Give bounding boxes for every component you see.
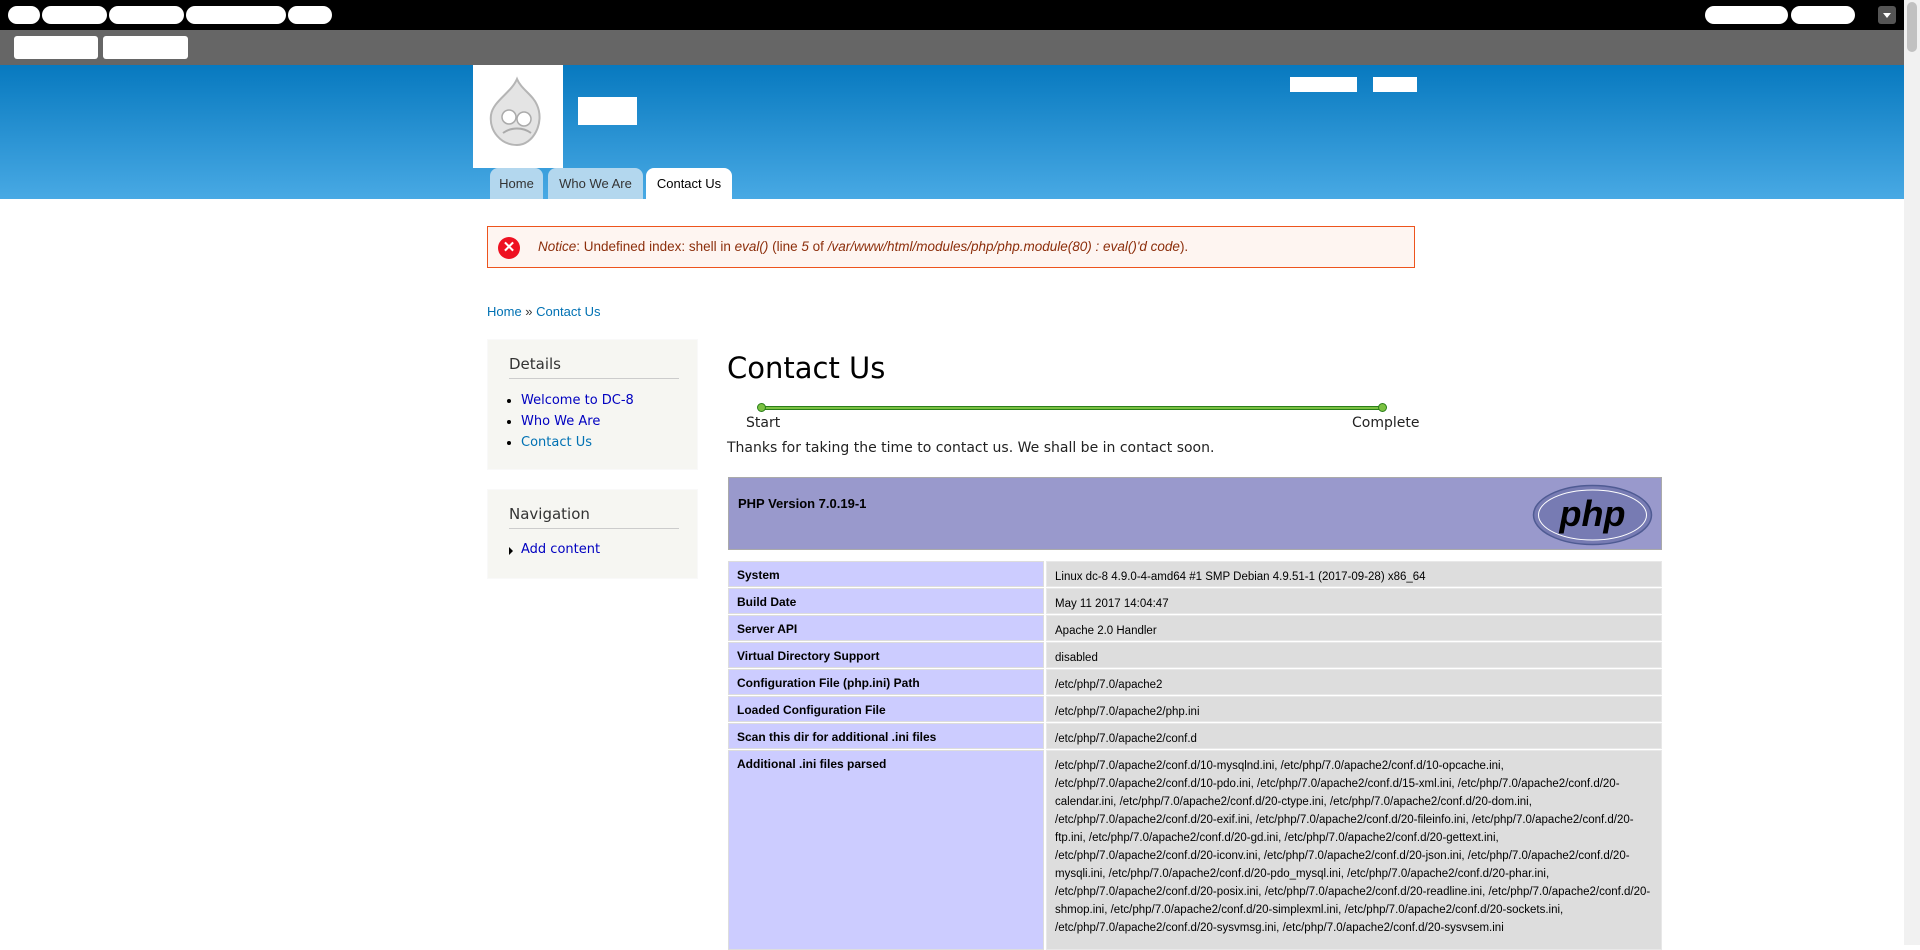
php-version: PHP Version 7.0.19-1 [738, 496, 867, 511]
details-menu-item: Contact Us [521, 432, 634, 453]
table-key: Build Date [728, 588, 1044, 614]
table-row: System Linux dc-8 4.9.0-4-amd64 #1 SMP D… [728, 561, 1662, 587]
table-row: Additional .ini files parsed /etc/php/7.… [728, 750, 1662, 950]
shortcut-item[interactable] [103, 36, 188, 59]
navigation-block-title: Navigation [509, 505, 679, 529]
table-key: Configuration File (php.ini) Path [728, 669, 1044, 695]
progress-complete-dot [1378, 403, 1387, 412]
toolbar-logout-item[interactable] [1791, 6, 1855, 24]
toolbar-menu-item[interactable] [186, 6, 286, 24]
webform-progress-bar [761, 406, 1384, 410]
table-key: Additional .ini files parsed [728, 750, 1044, 950]
shortcut-item[interactable] [14, 36, 98, 59]
table-row: Configuration File (php.ini) Path /etc/p… [728, 669, 1662, 695]
collapsed-arrow-icon: Add content [509, 542, 600, 557]
table-value: /etc/php/7.0/apache2/php.ini [1046, 696, 1662, 722]
details-block: Details Welcome to DC-8 Who We Are Conta… [487, 339, 698, 470]
page-title: Contact Us [727, 351, 886, 385]
table-key: System [728, 561, 1044, 587]
php-logo: php [1532, 484, 1653, 546]
secondary-menu-my-account[interactable] [1290, 77, 1357, 92]
table-row: Loaded Configuration File /etc/php/7.0/a… [728, 696, 1662, 722]
details-menu-item: Who We Are [521, 411, 634, 432]
nav-link-add-content[interactable]: Add content [509, 542, 600, 557]
table-value: Apache 2.0 Handler [1046, 615, 1662, 641]
page-scrollbar[interactable] [1904, 0, 1920, 945]
php-logo-text: php [1559, 493, 1626, 534]
scrollbar-thumb[interactable] [1907, 2, 1917, 52]
details-link-welcome[interactable]: Welcome to DC-8 [521, 393, 634, 408]
confirmation-message: Thanks for taking the time to contact us… [727, 440, 1215, 456]
tab-who-we-are[interactable]: Who We Are [548, 168, 643, 199]
table-row: Server API Apache 2.0 Handler [728, 615, 1662, 641]
admin-toolbar [0, 0, 1920, 30]
phpinfo-header: PHP Version 7.0.19-1 php [728, 477, 1662, 550]
error-icon: ✕ [498, 237, 520, 259]
table-value: /etc/php/7.0/apache2/conf.d/10-mysqlnd.i… [1046, 750, 1662, 950]
table-key: Loaded Configuration File [728, 696, 1044, 722]
details-link-who-we-are[interactable]: Who We Are [521, 414, 600, 429]
breadcrumb-contact-link[interactable]: Contact Us [536, 304, 600, 319]
table-value: /etc/php/7.0/apache2 [1046, 669, 1662, 695]
table-key: Scan this dir for additional .ini files [728, 723, 1044, 749]
table-row: Scan this dir for additional .ini files … [728, 723, 1662, 749]
error-message-text: Notice: Undefined index: shell in eval()… [538, 239, 1189, 254]
toolbar-drawer-toggle[interactable] [1878, 6, 1896, 24]
details-link-contact-us[interactable]: Contact Us [521, 435, 592, 450]
shortcuts-bar [0, 30, 1920, 65]
progress-start-label: Start [746, 415, 781, 431]
table-key: Virtual Directory Support [728, 642, 1044, 668]
site-logo[interactable] [473, 65, 563, 168]
table-value: /etc/php/7.0/apache2/conf.d [1046, 723, 1662, 749]
progress-complete-label: Complete [1352, 415, 1420, 431]
toolbar-menu-item[interactable] [288, 6, 332, 24]
details-menu: Welcome to DC-8 Who We Are Contact Us [509, 390, 634, 453]
table-value: May 11 2017 14:04:47 [1046, 588, 1662, 614]
toolbar-menu-item[interactable] [42, 6, 107, 24]
drupal-drop-icon [489, 76, 541, 147]
progress-start-dot [757, 403, 766, 412]
toolbar-home-button[interactable] [8, 6, 40, 24]
site-header: Home Who We Are Contact Us [0, 65, 1904, 199]
table-row: Virtual Directory Support disabled [728, 642, 1662, 668]
details-menu-item: Welcome to DC-8 [521, 390, 634, 411]
table-value: disabled [1046, 642, 1662, 668]
table-key: Server API [728, 615, 1044, 641]
toolbar-menu-item[interactable] [109, 6, 184, 24]
toolbar-user-item[interactable] [1705, 6, 1788, 24]
site-name[interactable] [578, 97, 637, 125]
tab-contact-us[interactable]: Contact Us [646, 168, 732, 199]
details-block-title: Details [509, 355, 679, 379]
breadcrumb-home-link[interactable]: Home [487, 304, 522, 319]
secondary-menu-logout[interactable] [1373, 77, 1417, 92]
breadcrumb: Home » Contact Us [487, 304, 601, 319]
table-row: Build Date May 11 2017 14:04:47 [728, 588, 1662, 614]
error-message: ✕ Notice: Undefined index: shell in eval… [487, 226, 1415, 268]
table-value: Linux dc-8 4.9.0-4-amd64 #1 SMP Debian 4… [1046, 561, 1662, 587]
tab-home[interactable]: Home [490, 168, 543, 199]
navigation-block: Navigation Add content [487, 489, 698, 579]
